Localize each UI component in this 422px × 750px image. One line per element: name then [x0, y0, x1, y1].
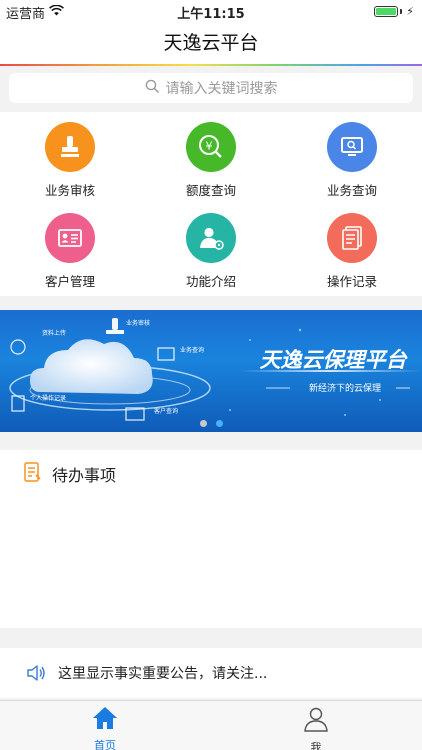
status-time: 上午11:15	[177, 7, 245, 22]
checklist-icon	[24, 462, 42, 486]
speaker-icon	[26, 664, 46, 682]
carousel-dot-active[interactable]	[215, 420, 223, 427]
status-bar: 运营商 上午11:15 ⚡	[0, 0, 422, 22]
grid-label: 功能介绍	[185, 274, 236, 289]
stamp-icon	[45, 122, 95, 172]
grid-item-business-query[interactable]: 业务查询	[282, 122, 422, 199]
banner-label: 客户查询	[154, 407, 178, 415]
grid-item-quota-query[interactable]: ¥ 额度查询	[141, 122, 281, 199]
banner-label: 个人操作记录	[30, 394, 66, 402]
notice-text: 这里显示事实重要公告，请关注...	[58, 666, 268, 682]
grid-label: 业务审核	[44, 183, 95, 198]
document-list-icon	[327, 213, 377, 263]
banner-subtitle: 新经济下的云保理	[309, 382, 381, 394]
grid-label: 客户管理	[44, 274, 95, 289]
search-input[interactable]: 请输入关键词搜索	[9, 73, 413, 103]
banner-label: 业务查询	[180, 346, 204, 354]
grid-item-operation-log[interactable]: 操作记录	[282, 213, 422, 290]
page-title: 天逸云平台	[0, 22, 422, 64]
tab-home[interactable]: 首页	[45, 705, 165, 750]
svg-text:¥: ¥	[206, 140, 213, 153]
battery-icon: ⚡	[374, 5, 414, 18]
todo-header[interactable]: 待办事项	[24, 462, 116, 486]
tab-bar: 首页 我	[0, 700, 422, 750]
notice-bar[interactable]: 这里显示事实重要公告，请关注...	[0, 648, 422, 698]
grid-item-customer-management[interactable]: 客户管理	[0, 213, 140, 290]
function-grid: 业务审核 ¥ 额度查询 业务查询 客户管理 功能介绍 操作记录	[0, 112, 422, 296]
tab-me[interactable]: 我	[256, 705, 376, 750]
search-icon	[145, 79, 160, 98]
grid-label: 业务查询	[326, 183, 377, 198]
todo-section: 待办事项	[0, 450, 422, 628]
id-card-icon	[45, 213, 95, 263]
grid-item-business-review[interactable]: 业务审核	[0, 122, 140, 199]
person-icon	[302, 705, 330, 737]
banner-title: 天逸云保理平台	[260, 347, 409, 372]
grid-label: 操作记录	[326, 274, 377, 289]
monitor-search-icon	[327, 122, 377, 172]
yuan-search-icon: ¥	[186, 122, 236, 172]
charging-bolt-icon: ⚡	[406, 5, 414, 18]
grid-label: 额度查询	[185, 183, 236, 198]
person-info-icon	[186, 213, 236, 263]
tab-label: 首页	[94, 739, 116, 750]
search-area: 请输入关键词搜索	[0, 66, 422, 110]
home-icon	[91, 705, 119, 735]
banner-label: 业务审核	[126, 319, 150, 327]
search-placeholder: 请输入关键词搜索	[165, 81, 278, 97]
banner-label: 资料上传	[42, 329, 66, 337]
banner-artwork: 业务审核 业务查询 客户查询 资料上传 个人操作记录 天逸云保理平台 新经济下的…	[9, 318, 420, 421]
todo-title: 待办事项	[52, 466, 117, 485]
carousel-dots[interactable]	[0, 420, 422, 427]
carousel-dot[interactable]	[199, 420, 207, 427]
banner-carousel[interactable]: 业务审核 业务查询 客户查询 资料上传 个人操作记录 天逸云保理平台 新经济下的…	[0, 310, 422, 432]
tab-label: 我	[310, 741, 322, 750]
grid-item-feature-intro[interactable]: 功能介绍	[141, 213, 281, 290]
app-screen: 运营商 上午11:15 ⚡ 天逸云平台 请输入关键词搜索 业务审核 ¥ 额度查询…	[0, 0, 422, 750]
